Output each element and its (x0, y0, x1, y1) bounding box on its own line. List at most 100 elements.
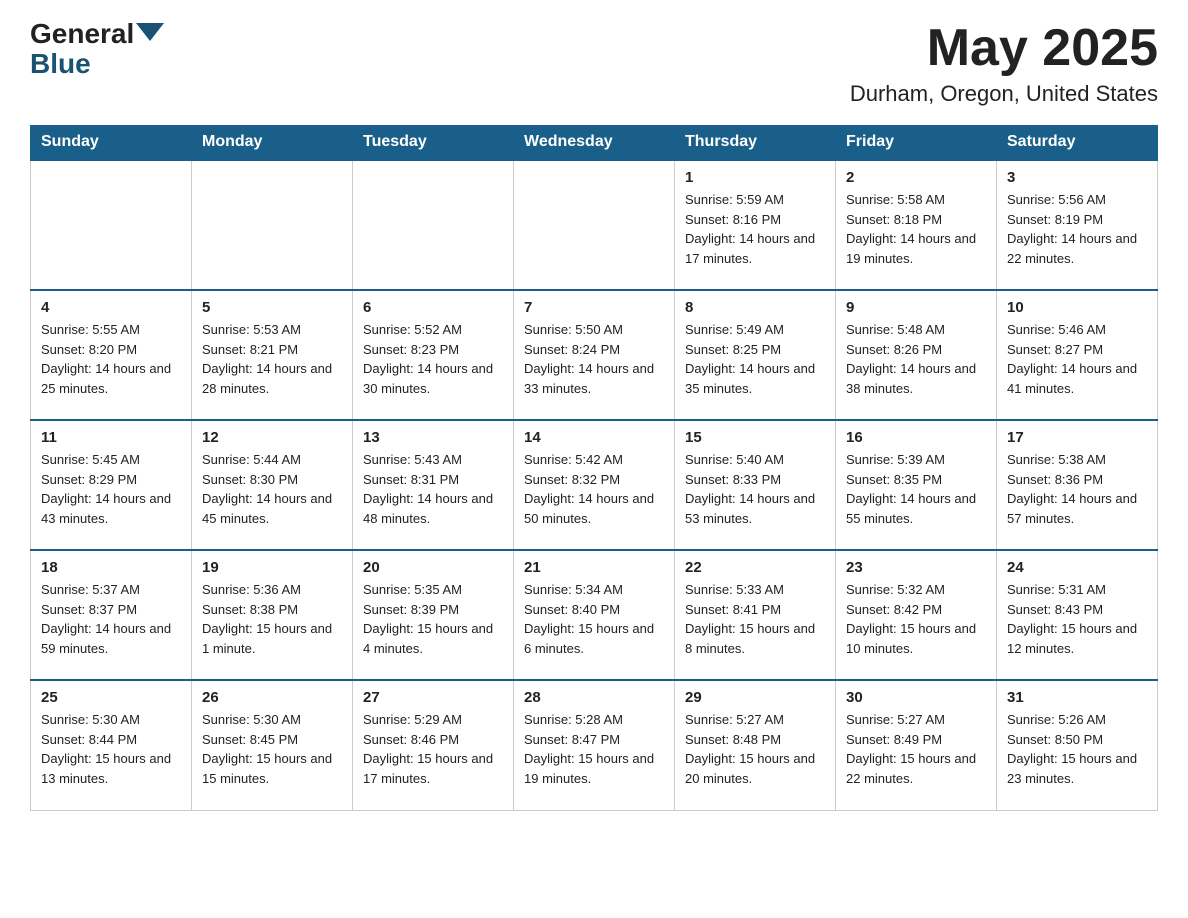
day-number: 17 (1007, 429, 1147, 446)
calendar-cell: 7 Sunrise: 5:50 AM Sunset: 8:24 PM Daylig… (514, 290, 675, 420)
day-info: Sunrise: 5:43 AM Sunset: 8:31 PM Dayligh… (363, 450, 503, 528)
day-info: Sunrise: 5:49 AM Sunset: 8:25 PM Dayligh… (685, 320, 825, 398)
calendar-week-row: 18 Sunrise: 5:37 AM Sunset: 8:37 PM Dayli… (31, 550, 1158, 680)
calendar-cell: 29Sunrise: 5:27 AM Sunset: 8:48 PM Dayli… (675, 680, 836, 810)
day-number: 12 (202, 429, 342, 446)
day-info: Sunrise: 5:56 AM Sunset: 8:19 PM Dayligh… (1007, 190, 1147, 268)
day-info: Sunrise: 5:58 AM Sunset: 8:18 PM Dayligh… (846, 190, 986, 268)
calendar-cell: 18 Sunrise: 5:37 AM Sunset: 8:37 PM Dayli… (31, 550, 192, 680)
day-info: Sunrise: 5:45 AM Sunset: 8:29 PM Dayligh… (41, 450, 181, 528)
day-number: 2 (846, 169, 986, 186)
day-info: Sunrise: 5:52 AM Sunset: 8:23 PM Dayligh… (363, 320, 503, 398)
title-area: May 2025 Durham, Oregon, United States (850, 20, 1158, 107)
calendar-cell: 24 Sunrise: 5:31 AM Sunset: 8:43 PM Dayli… (997, 550, 1158, 680)
day-number: 27 (363, 689, 503, 706)
day-number: 29 (685, 689, 825, 706)
calendar-cell: 14 Sunrise: 5:42 AM Sunset: 8:32 PM Dayli… (514, 420, 675, 550)
calendar-cell: 6 Sunrise: 5:52 AM Sunset: 8:23 PM Daylig… (353, 290, 514, 420)
calendar-cell: 3Sunrise: 5:56 AM Sunset: 8:19 PM Daylig… (997, 160, 1158, 290)
day-info: Sunrise: 5:46 AM Sunset: 8:27 PM Dayligh… (1007, 320, 1147, 398)
calendar-cell: 27 Sunrise: 5:29 AM Sunset: 8:46 PM Dayli… (353, 680, 514, 810)
day-number: 6 (363, 299, 503, 316)
day-info: Sunrise: 5:42 AM Sunset: 8:32 PM Dayligh… (524, 450, 664, 528)
calendar-cell: 17 Sunrise: 5:38 AM Sunset: 8:36 PM Dayli… (997, 420, 1158, 550)
day-info: Sunrise: 5:28 AM Sunset: 8:47 PM Dayligh… (524, 710, 664, 788)
day-info: Sunrise: 5:39 AM Sunset: 8:35 PM Dayligh… (846, 450, 986, 528)
day-number: 4 (41, 299, 181, 316)
calendar-week-row: 25Sunrise: 5:30 AM Sunset: 8:44 PM Dayli… (31, 680, 1158, 810)
calendar-cell: 31 Sunrise: 5:26 AM Sunset: 8:50 PM Dayli… (997, 680, 1158, 810)
calendar-header-tuesday: Tuesday (353, 125, 514, 160)
calendar-header-saturday: Saturday (997, 125, 1158, 160)
day-number: 31 (1007, 689, 1147, 706)
calendar-cell: 21Sunrise: 5:34 AM Sunset: 8:40 PM Dayli… (514, 550, 675, 680)
day-number: 28 (524, 689, 664, 706)
calendar-cell: 19 Sunrise: 5:36 AM Sunset: 8:38 PM Dayli… (192, 550, 353, 680)
calendar-cell: 28 Sunrise: 5:28 AM Sunset: 8:47 PM Dayli… (514, 680, 675, 810)
day-info: Sunrise: 5:50 AM Sunset: 8:24 PM Dayligh… (524, 320, 664, 398)
calendar-cell: 26 Sunrise: 5:30 AM Sunset: 8:45 PM Dayli… (192, 680, 353, 810)
calendar-cell (31, 160, 192, 290)
calendar-cell: 30Sunrise: 5:27 AM Sunset: 8:49 PM Dayli… (836, 680, 997, 810)
logo-blue-text: Blue (30, 48, 91, 80)
calendar-table: SundayMondayTuesdayWednesdayThursdayFrid… (30, 125, 1158, 811)
calendar-cell: 16Sunrise: 5:39 AM Sunset: 8:35 PM Dayli… (836, 420, 997, 550)
day-number: 8 (685, 299, 825, 316)
day-info: Sunrise: 5:40 AM Sunset: 8:33 PM Dayligh… (685, 450, 825, 528)
location-subtitle: Durham, Oregon, United States (850, 81, 1158, 107)
calendar-cell (192, 160, 353, 290)
calendar-header-row: SundayMondayTuesdayWednesdayThursdayFrid… (31, 125, 1158, 160)
calendar-cell: 11Sunrise: 5:45 AM Sunset: 8:29 PM Dayli… (31, 420, 192, 550)
calendar-cell: 25Sunrise: 5:30 AM Sunset: 8:44 PM Dayli… (31, 680, 192, 810)
calendar-cell: 4 Sunrise: 5:55 AM Sunset: 8:20 PM Daylig… (31, 290, 192, 420)
month-year-title: May 2025 (850, 20, 1158, 77)
day-number: 14 (524, 429, 664, 446)
day-number: 26 (202, 689, 342, 706)
logo-triangle-icon (136, 23, 164, 41)
day-number: 20 (363, 559, 503, 576)
logo-general-text: General (30, 20, 134, 48)
calendar-cell: 22Sunrise: 5:33 AM Sunset: 8:41 PM Dayli… (675, 550, 836, 680)
day-info: Sunrise: 5:48 AM Sunset: 8:26 PM Dayligh… (846, 320, 986, 398)
day-info: Sunrise: 5:37 AM Sunset: 8:37 PM Dayligh… (41, 580, 181, 658)
day-info: Sunrise: 5:36 AM Sunset: 8:38 PM Dayligh… (202, 580, 342, 658)
day-number: 30 (846, 689, 986, 706)
calendar-cell (353, 160, 514, 290)
calendar-cell (514, 160, 675, 290)
day-info: Sunrise: 5:55 AM Sunset: 8:20 PM Dayligh… (41, 320, 181, 398)
calendar-header-thursday: Thursday (675, 125, 836, 160)
day-info: Sunrise: 5:44 AM Sunset: 8:30 PM Dayligh… (202, 450, 342, 528)
header: General Blue May 2025 Durham, Oregon, Un… (30, 20, 1158, 107)
day-number: 19 (202, 559, 342, 576)
day-number: 7 (524, 299, 664, 316)
calendar-week-row: 4 Sunrise: 5:55 AM Sunset: 8:20 PM Daylig… (31, 290, 1158, 420)
day-number: 15 (685, 429, 825, 446)
calendar-cell: 10 Sunrise: 5:46 AM Sunset: 8:27 PM Dayli… (997, 290, 1158, 420)
calendar-header-monday: Monday (192, 125, 353, 160)
day-number: 21 (524, 559, 664, 576)
day-info: Sunrise: 5:31 AM Sunset: 8:43 PM Dayligh… (1007, 580, 1147, 658)
calendar-cell: 23Sunrise: 5:32 AM Sunset: 8:42 PM Dayli… (836, 550, 997, 680)
day-info: Sunrise: 5:33 AM Sunset: 8:41 PM Dayligh… (685, 580, 825, 658)
day-info: Sunrise: 5:38 AM Sunset: 8:36 PM Dayligh… (1007, 450, 1147, 528)
day-info: Sunrise: 5:35 AM Sunset: 8:39 PM Dayligh… (363, 580, 503, 658)
calendar-cell: 13Sunrise: 5:43 AM Sunset: 8:31 PM Dayli… (353, 420, 514, 550)
day-number: 25 (41, 689, 181, 706)
day-number: 9 (846, 299, 986, 316)
day-number: 5 (202, 299, 342, 316)
calendar-header-wednesday: Wednesday (514, 125, 675, 160)
day-info: Sunrise: 5:29 AM Sunset: 8:46 PM Dayligh… (363, 710, 503, 788)
calendar-week-row: 11Sunrise: 5:45 AM Sunset: 8:29 PM Dayli… (31, 420, 1158, 550)
calendar-cell: 15 Sunrise: 5:40 AM Sunset: 8:33 PM Dayli… (675, 420, 836, 550)
day-number: 24 (1007, 559, 1147, 576)
day-number: 10 (1007, 299, 1147, 316)
calendar-cell: 2 Sunrise: 5:58 AM Sunset: 8:18 PM Daylig… (836, 160, 997, 290)
calendar-header-sunday: Sunday (31, 125, 192, 160)
calendar-header-friday: Friday (836, 125, 997, 160)
day-number: 18 (41, 559, 181, 576)
day-info: Sunrise: 5:30 AM Sunset: 8:45 PM Dayligh… (202, 710, 342, 788)
day-number: 1 (685, 169, 825, 186)
day-info: Sunrise: 5:26 AM Sunset: 8:50 PM Dayligh… (1007, 710, 1147, 788)
calendar-cell: 9 Sunrise: 5:48 AM Sunset: 8:26 PM Daylig… (836, 290, 997, 420)
logo: General (30, 20, 164, 48)
